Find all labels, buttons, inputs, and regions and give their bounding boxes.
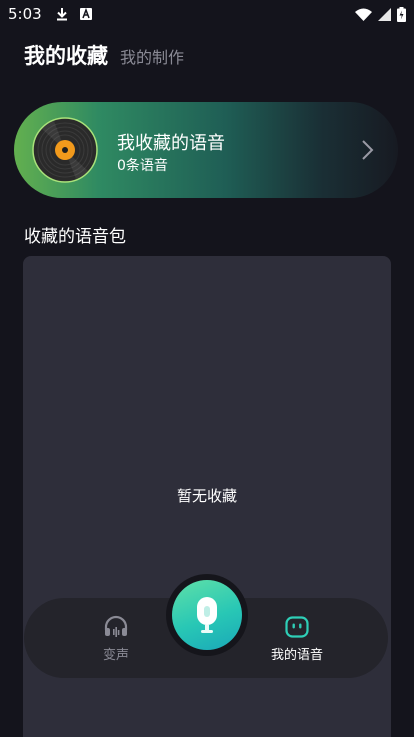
nav-voice-changer-label: 变声 — [102, 648, 129, 663]
status-right-icons — [355, 6, 406, 22]
app-notification-icon — [79, 8, 92, 20]
wifi-icon — [355, 8, 372, 21]
status-time: 5:03 — [8, 5, 42, 23]
signal-icon — [378, 7, 391, 21]
favorite-voices-card[interactable]: 我收藏的语音 0条语音 — [14, 102, 398, 198]
chevron-right-icon[interactable] — [358, 138, 376, 162]
status-bar: 5:03 — [0, 0, 414, 28]
battery-icon — [397, 6, 406, 22]
nav-my-voices-label: 我的语音 — [270, 648, 323, 663]
screen: 5:03 我的收藏 我的制作 我收藏的语音 0条语音 收藏的语音包 暂无收藏 变… — [0, 0, 414, 737]
microphone-icon — [197, 597, 217, 633]
favorite-voices-count: 0条语音 — [117, 158, 168, 174]
record-button[interactable] — [172, 580, 242, 650]
tab-my-creations[interactable]: 我的制作 — [120, 44, 184, 68]
download-icon — [56, 8, 67, 21]
headphones-icon — [104, 615, 128, 637]
empty-state-text: 暂无收藏 — [176, 487, 237, 505]
section-title: 收藏的语音包 — [24, 227, 126, 247]
nav-my-voices[interactable]: 我的语音 — [257, 614, 337, 663]
favorite-voices-title: 我收藏的语音 — [117, 133, 225, 154]
top-tabs: 我的收藏 我的制作 — [24, 40, 184, 70]
status-left-icons — [56, 7, 92, 21]
robot-face-icon — [285, 616, 309, 638]
tab-my-favorites[interactable]: 我的收藏 — [24, 40, 108, 70]
vinyl-record-icon — [32, 117, 98, 183]
nav-voice-changer[interactable]: 变声 — [76, 614, 156, 663]
